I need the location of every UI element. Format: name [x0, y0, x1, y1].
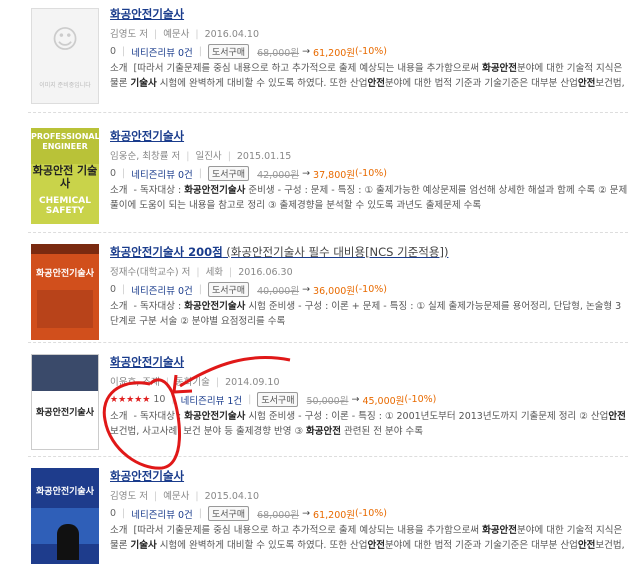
cover-top [32, 355, 98, 391]
rating-count: 0 [110, 284, 117, 295]
sale-price: 61,200원 [313, 47, 356, 59]
cover-title: 화공안전기술사 [36, 408, 94, 418]
book-meta: 이윤호, 조재 | 동화기술 | 2014.09.10 [110, 377, 280, 388]
review-link[interactable]: 네티즌리뷰 0건 [131, 283, 193, 297]
original-price: 68,000원 [257, 47, 300, 59]
discount: (-10%) [355, 46, 387, 57]
cover-title: 화공안전기술사 [36, 487, 94, 497]
book-description: 소개 - 독자대상 : 화공안전기술사 준비생 - 구성 : 문제 - 특징 :… [110, 185, 628, 211]
rating-price-row: 0 | 네티즌리뷰 0건 | 도서구매 40,000원 → 36,000원 (-10%… [110, 282, 387, 297]
buy-button[interactable]: 도서구매 [207, 166, 250, 181]
divider [28, 456, 628, 457]
cover-title: 화공안전 기술사 [32, 164, 98, 190]
rating-price-row: 0 | 네티즌리뷰 0건 | 도서구매 68,000원 → 61,200원 (-10%… [110, 506, 387, 521]
rating-count: 0 [110, 508, 117, 519]
rating-price-row: 0 | 네티즌리뷰 0건 | 도서구매 42,000원 → 37,800원 (-10%… [110, 166, 387, 181]
sale-price: 37,800원 [313, 169, 356, 181]
book-cover[interactable]: 화공안전기술사 [31, 354, 99, 450]
sale-price: 45,000원 [362, 395, 405, 407]
discount: (-10%) [355, 284, 387, 295]
cover-title: 화공안전기술사 [36, 269, 94, 279]
book-cover[interactable]: PROFESSIONAL ENGINEER 화공안전 기술사 CHEMICAL … [31, 128, 99, 224]
review-link[interactable]: 네티즌리뷰 0건 [131, 167, 193, 181]
review-link[interactable]: 네티즌리뷰 0건 [131, 45, 193, 59]
review-link[interactable]: 네티즌리뷰 0건 [131, 507, 193, 521]
buy-button[interactable]: 도서구매 [207, 282, 250, 297]
divider [28, 232, 628, 233]
cover-caption: 이미지 준비중입니다 [39, 82, 91, 89]
discount: (-10%) [404, 394, 437, 405]
book-description: 소개 [따라서 기출문제를 중심 내용으로 하고 추가적으로 출제 예상되는 내… [110, 525, 625, 551]
discount: (-10%) [355, 168, 387, 179]
original-price: 50,000원 [306, 395, 349, 407]
book-cover[interactable]: ☺ 이미지 준비중입니다 [31, 8, 99, 104]
placeholder-face-icon: ☺ [51, 25, 79, 55]
cover-band: PROFESSIONAL ENGINEER [31, 128, 99, 164]
buy-button[interactable]: 도서구매 [207, 506, 250, 521]
book-cover[interactable]: 화공안전기술사 [31, 468, 99, 564]
sale-price: 36,000원 [313, 285, 356, 297]
book-meta: 정재수(대학교수) 저 | 세화 | 2016.06.30 [110, 267, 293, 278]
book-cover[interactable]: 화공안전기술사 [31, 244, 99, 340]
cover-top [31, 244, 99, 254]
book-description: 소개 [따라서 기출문제를 중심 내용으로 하고 추가적으로 출제 예상되는 내… [110, 63, 625, 89]
book-description: 소개 - 독자대상 : 화공안전기술사 시험 준비생 - 구성 : 이론 - 특… [110, 411, 626, 437]
rating-stars: ★★★★★ [110, 394, 151, 405]
cover-person [57, 524, 79, 560]
buy-button[interactable]: 도서구매 [207, 44, 250, 59]
discount: (-10%) [355, 508, 387, 519]
rating-price-row: ★★★★★ 10 | 네티즌리뷰 1건 | 도서구매 50,000원 → 45,000… [110, 392, 437, 407]
original-price: 42,000원 [257, 169, 300, 181]
book-title[interactable]: 화공안전기술사 [110, 468, 631, 484]
book-title[interactable]: 화공안전기술사 [110, 354, 631, 370]
review-link[interactable]: 네티즌리뷰 1건 [181, 393, 243, 407]
rating-count: 0 [110, 46, 117, 57]
cover-grid [37, 290, 93, 328]
divider [28, 112, 628, 113]
book-title[interactable]: 화공안전기술사 [110, 6, 631, 22]
rating-price-row: 0 | 네티즌리뷰 0건 | 도서구매 68,000원 → 61,200원 (-10%… [110, 44, 387, 59]
cover-bottom: CHEMICAL SAFETY [39, 196, 91, 216]
book-meta: 김영도 저 | 예문사 | 2016.04.10 [110, 29, 260, 40]
book-title[interactable]: 화공안전기술사 [110, 128, 631, 144]
book-meta: 임웅순, 최창률 저 | 일진사 | 2015.01.15 [110, 151, 292, 162]
original-price: 40,000원 [257, 285, 300, 297]
rating-count: 10 [153, 394, 166, 405]
sale-price: 61,200원 [313, 509, 356, 521]
divider [28, 342, 628, 343]
rating-count: 0 [110, 168, 117, 179]
book-description: 소개 - 독자대상 : 화공안전기술사 시험 준비생 - 구성 : 이론 + 문… [110, 301, 622, 327]
book-meta: 김영도 저 | 예문사 | 2015.04.10 [110, 491, 260, 502]
book-title[interactable]: 화공안전기술사 200점 (화공안전기술사 필수 대비용[NCS 기준적용]) [110, 244, 631, 260]
original-price: 68,000원 [257, 509, 300, 521]
buy-button[interactable]: 도서구매 [257, 392, 299, 407]
